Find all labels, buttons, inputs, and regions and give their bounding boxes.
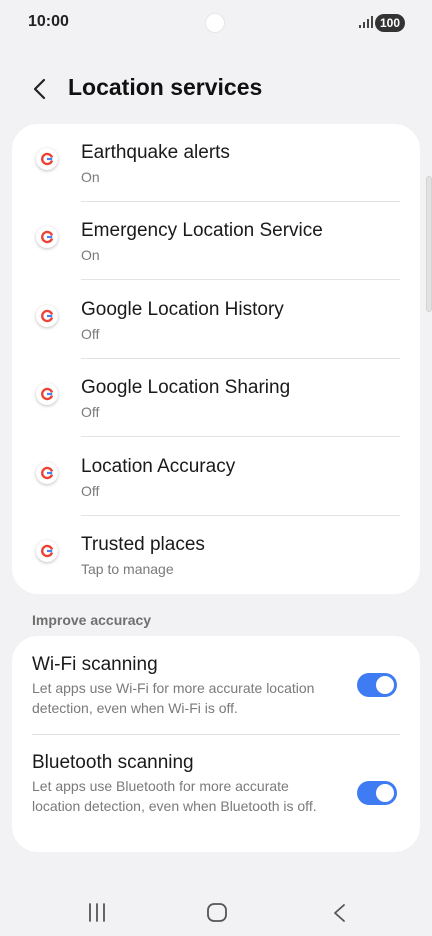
google-icon (36, 540, 58, 562)
page-title: Location services (68, 74, 263, 100)
item-status: Off (81, 483, 100, 499)
toggle-knob (376, 784, 394, 802)
status-bar: 10:00 100 (0, 0, 432, 46)
google-icon (36, 148, 58, 170)
wifi-scanning-desc: Let apps use Wi-Fi for more accurate loc… (32, 680, 315, 716)
wifi-scanning-row[interactable]: Wi-Fi scanning Let apps use Wi-Fi for mo… (12, 636, 420, 735)
item-status: Off (81, 326, 100, 342)
bluetooth-scanning-title: Bluetooth scanning (32, 752, 194, 773)
camera-cutout (206, 14, 224, 32)
back-arrow-icon (33, 78, 46, 100)
section-header-improve-accuracy: Improve accuracy (32, 612, 152, 628)
divider (81, 436, 400, 437)
item-title: Google Location History (81, 299, 284, 320)
item-title: Google Location Sharing (81, 377, 291, 398)
item-title: Earthquake alerts (81, 142, 230, 163)
google-icon (36, 305, 58, 327)
list-item-earthquake-alerts[interactable]: Earthquake alerts On (12, 124, 420, 202)
item-status: On (81, 169, 100, 185)
home-icon (207, 903, 227, 922)
bluetooth-scanning-toggle[interactable] (357, 781, 397, 805)
navigation-bar (0, 880, 432, 936)
item-status: Tap to manage (81, 561, 174, 577)
list-item-location-accuracy[interactable]: Location Accuracy Off (12, 438, 420, 516)
item-status: Off (81, 404, 100, 420)
list-item-emergency-location-service[interactable]: Emergency Location Service On (12, 202, 420, 280)
google-services-card: Earthquake alerts On Emergency Location … (12, 124, 420, 594)
item-status: On (81, 247, 100, 263)
battery-icon: 100 (375, 14, 405, 32)
scrollbar[interactable] (426, 176, 432, 312)
google-icon (36, 462, 58, 484)
wifi-scanning-title: Wi-Fi scanning (32, 654, 158, 675)
wifi-scanning-toggle[interactable] (357, 673, 397, 697)
list-item-google-location-sharing[interactable]: Google Location Sharing Off (12, 359, 420, 437)
recents-icon (89, 903, 105, 922)
item-title: Trusted places (81, 534, 205, 555)
signal-icon (359, 16, 373, 28)
item-title: Location Accuracy (81, 456, 236, 477)
google-icon (36, 226, 58, 248)
nav-back-icon (334, 904, 345, 922)
list-item-trusted-places[interactable]: Trusted places Tap to manage (12, 516, 420, 594)
improve-accuracy-card: Wi-Fi scanning Let apps use Wi-Fi for mo… (12, 636, 420, 852)
nav-back-button[interactable] (324, 898, 354, 928)
bluetooth-scanning-desc: Let apps use Bluetooth for more accurate… (32, 778, 317, 814)
item-title: Emergency Location Service (81, 220, 323, 241)
toggle-knob (376, 676, 394, 694)
home-button[interactable] (202, 898, 232, 928)
recents-button[interactable] (82, 898, 112, 928)
list-item-google-location-history[interactable]: Google Location History Off (12, 281, 420, 359)
google-icon (36, 383, 58, 405)
status-time: 10:00 (28, 13, 69, 30)
divider (81, 279, 400, 280)
bluetooth-scanning-row[interactable]: Bluetooth scanning Let apps use Bluetoot… (12, 735, 420, 852)
header: Location services (0, 60, 432, 118)
back-button[interactable] (26, 75, 54, 103)
